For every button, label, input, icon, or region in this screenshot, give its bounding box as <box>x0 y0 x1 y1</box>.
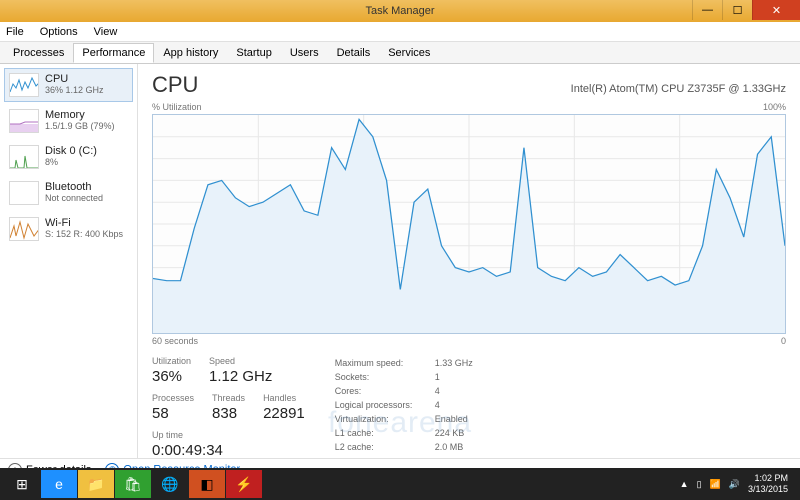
tab-details[interactable]: Details <box>328 43 380 63</box>
cpu-mini-icon <box>9 73 39 97</box>
detail-l2-cache: 2.0 MB <box>435 440 464 454</box>
stat-processes: 58 <box>152 405 194 422</box>
taskbar: ⊞ e 📁 🛍 🌐 ◧ ⚡ ▲ ▯ 📶 🔊 1:02 PM3/13/2015 <box>0 468 800 500</box>
detail-l1-cache: 224 KB <box>435 426 465 440</box>
cpu-model-name: Intel(R) Atom(TM) CPU Z3735F @ 1.33GHz <box>571 83 786 95</box>
memory-mini-icon <box>9 109 39 133</box>
cpu-chart <box>152 114 786 334</box>
sidebar-item-disk[interactable]: Disk 0 (C:)8% <box>4 140 133 174</box>
page-title: CPU <box>152 72 198 98</box>
menu-file[interactable]: File <box>6 26 24 38</box>
detail-cores: 4 <box>435 384 440 398</box>
menu-bar: File Options View <box>0 22 800 42</box>
menu-options[interactable]: Options <box>40 26 78 38</box>
sidebar: CPU36% 1.12 GHz Memory1.5/1.9 GB (79%) D… <box>0 64 138 458</box>
tab-users[interactable]: Users <box>281 43 328 63</box>
detail-logical-procs: 4 <box>435 398 440 412</box>
zero-axis-label: 0 <box>781 336 786 346</box>
taskbar-chrome-icon[interactable]: 🌐 <box>152 470 188 498</box>
tab-startup[interactable]: Startup <box>227 43 280 63</box>
close-button[interactable]: ✕ <box>752 0 800 20</box>
sidebar-item-bluetooth[interactable]: BluetoothNot connected <box>4 176 133 210</box>
tray-volume-icon[interactable]: 🔊 <box>729 479 740 490</box>
title-bar: Task Manager — ☐ ✕ <box>0 0 800 22</box>
taskbar-app2-icon[interactable]: ⚡ <box>226 470 262 498</box>
disk-mini-icon <box>9 145 39 169</box>
system-tray[interactable]: ▲ ▯ 📶 🔊 1:02 PM3/13/2015 <box>680 473 796 495</box>
util-axis-label: % Utilization <box>152 102 202 112</box>
bluetooth-mini-icon <box>9 181 39 205</box>
stats-block: Utilization36% Speed1.12 GHz Processes58… <box>152 356 786 459</box>
tab-processes[interactable]: Processes <box>4 43 73 63</box>
max-axis-label: 100% <box>763 102 786 112</box>
main-panel: CPU Intel(R) Atom(TM) CPU Z3735F @ 1.33G… <box>138 64 800 458</box>
taskbar-app1-icon[interactable]: ◧ <box>189 470 225 498</box>
tray-battery-icon[interactable]: ▯ <box>697 479 702 490</box>
tab-app-history[interactable]: App history <box>154 43 227 63</box>
stat-speed: 1.12 GHz <box>209 368 272 385</box>
taskbar-store-icon[interactable]: 🛍 <box>115 470 151 498</box>
minimize-button[interactable]: — <box>692 0 722 20</box>
tab-services[interactable]: Services <box>379 43 439 63</box>
tray-clock[interactable]: 1:02 PM3/13/2015 <box>748 473 788 495</box>
tab-performance[interactable]: Performance <box>73 43 154 63</box>
start-button[interactable]: ⊞ <box>4 470 40 498</box>
sidebar-item-cpu[interactable]: CPU36% 1.12 GHz <box>4 68 133 102</box>
menu-view[interactable]: View <box>94 26 118 38</box>
window-title: Task Manager <box>365 5 434 17</box>
tab-bar: Processes Performance App history Startu… <box>0 42 800 64</box>
wifi-mini-icon <box>9 217 39 241</box>
time-axis-label: 60 seconds <box>152 336 198 346</box>
maximize-button[interactable]: ☐ <box>722 0 752 20</box>
stat-handles: 22891 <box>263 405 305 422</box>
detail-sockets: 1 <box>435 370 440 384</box>
detail-virtualization: Enabled <box>435 412 468 426</box>
stat-uptime: 0:00:49:34 <box>152 442 305 459</box>
tray-wifi-icon[interactable]: 📶 <box>710 479 721 490</box>
detail-max-speed: 1.33 GHz <box>435 356 473 370</box>
stat-threads: 838 <box>212 405 245 422</box>
taskbar-folder-icon[interactable]: 📁 <box>78 470 114 498</box>
window-controls: — ☐ ✕ <box>692 0 800 22</box>
sidebar-item-memory[interactable]: Memory1.5/1.9 GB (79%) <box>4 104 133 138</box>
stat-utilization: 36% <box>152 368 191 385</box>
tray-up-icon[interactable]: ▲ <box>680 479 689 489</box>
sidebar-item-wifi[interactable]: Wi-FiS: 152 R: 400 Kbps <box>4 212 133 246</box>
taskbar-ie-icon[interactable]: e <box>41 470 77 498</box>
